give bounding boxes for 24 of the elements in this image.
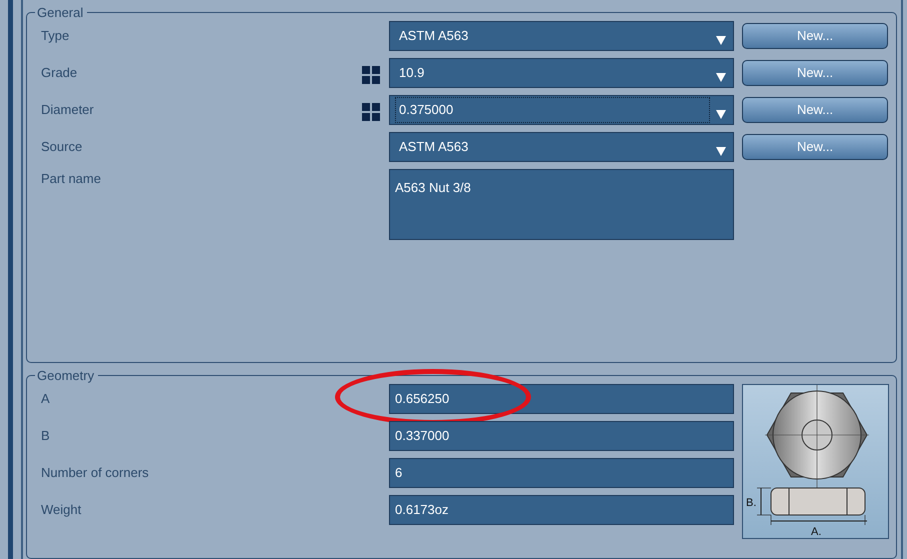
dropdown-field[interactable]: 10.9 [389, 58, 734, 88]
text-field[interactable]: 0.656250 [389, 384, 734, 414]
dimension-label: A. [811, 526, 822, 538]
field-label: Source [41, 138, 84, 156]
group-title: Geometry [36, 369, 96, 382]
field-label: Diameter [41, 101, 95, 120]
field-label: Number of corners [41, 464, 150, 482]
text-field[interactable]: 0.6173oz [389, 495, 734, 525]
dropdown-field[interactable]: ASTM A563 [389, 132, 734, 162]
field-label: Type [41, 27, 70, 46]
field-label: B [41, 427, 51, 446]
grid-icon[interactable] [362, 101, 380, 119]
field-label: Weight [41, 501, 82, 520]
group-title: General [36, 6, 84, 19]
text-area[interactable]: A563 Nut 3/8 [389, 169, 734, 240]
text-field[interactable]: 6 [389, 458, 734, 488]
text-field[interactable]: 0.337000 [389, 421, 734, 451]
field-label: Grade [41, 64, 78, 82]
grid-icon[interactable] [362, 64, 380, 82]
field-label: A [41, 390, 51, 408]
field-label: Part name [41, 170, 102, 188]
dropdown-field[interactable]: 0.375000 [389, 95, 734, 125]
dimension-label: B. [746, 497, 756, 509]
dropdown-field[interactable]: ASTM A563 [389, 21, 734, 51]
